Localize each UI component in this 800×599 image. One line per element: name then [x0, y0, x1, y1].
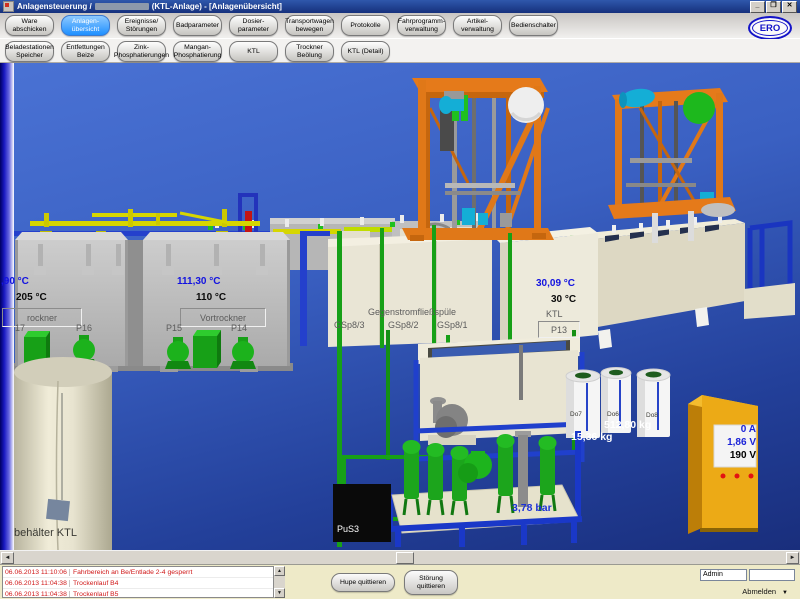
ktl-temp-actual: 30,09 °C	[536, 278, 575, 289]
pus3-label: PuS3	[337, 524, 359, 534]
ack-horn-button[interactable]: Hupe quittieren	[331, 573, 395, 592]
nav-beladestationen-speicher[interactable]: Beladestationen Speicher	[5, 41, 54, 62]
pump-pressure: 3,78 bar	[512, 502, 552, 514]
nav-transportwagen-bewegen[interactable]: Transportwagen bewegen	[285, 15, 334, 36]
nav-artikelverwaltung[interactable]: Artikel- verwaltung	[453, 15, 502, 36]
scroll-right-arrow-icon[interactable]: ►	[786, 552, 799, 564]
rinse-title: Gegenstromfließspüle	[352, 307, 472, 317]
close-button[interactable]: ✕	[782, 1, 797, 13]
nav-protokolle[interactable]: Protokolle	[341, 15, 390, 36]
ero-logo: ERO	[748, 16, 792, 40]
window-title-prefix: Anlagensteuerung /	[17, 2, 92, 11]
logout-control[interactable]: Abmelden ▼	[700, 587, 788, 596]
log-time: 06.06.2013 11:04:38	[3, 591, 70, 598]
status-footer: 06.06.2013 11:10:06 Fahrbereich an Be/En…	[0, 564, 800, 599]
ktl-name: KTL	[546, 309, 563, 319]
dryer1-nameplate: rockner	[2, 308, 82, 327]
log-message: Trockenlauf B4	[70, 580, 118, 587]
nav-mangan-phosphatierung[interactable]: Mangan- Phosphatierung	[173, 41, 222, 62]
chevron-down-icon[interactable]: ▼	[782, 590, 788, 596]
log-row[interactable]: 06.06.2013 11:04:38 Trockenlauf B4	[3, 578, 273, 589]
rectifier-voltage-set: 190 V	[712, 449, 756, 462]
hoist-crane-2[interactable]	[608, 87, 736, 243]
dryer2-pump-right-label: P14	[231, 323, 247, 333]
nav-dosierparameter[interactable]: Dosier- parameter	[229, 15, 278, 36]
barrel-do7-label: Do7	[570, 411, 582, 418]
storage-tank-label: behälter KTL	[14, 527, 77, 539]
dryer1-temp-set: 205 °C	[16, 292, 47, 303]
ktl-pump-label: P13	[551, 325, 567, 335]
title-bar: Anlagensteuerung / (KTL-Anlage) - [Anlag…	[0, 0, 800, 13]
log-row[interactable]: 06.06.2013 11:10:06 Fahrbereich an Be/En…	[3, 567, 273, 578]
rectifier-voltage-actual: 1,86 V	[712, 436, 756, 449]
plant-3d-view[interactable]: ,90 °C 205 °C rockner 17 P16 111,30 °C 1…	[0, 63, 800, 550]
alarm-log[interactable]: 06.06.2013 11:10:06 Fahrbereich an Be/En…	[2, 566, 274, 598]
ack-fault-button[interactable]: Störung quittieren	[404, 570, 458, 595]
dryer2-pump-left-label: P15	[166, 323, 182, 333]
storage-cylinder[interactable]	[14, 357, 112, 550]
dryer2-name: Vortrockner	[200, 313, 246, 323]
scroll-left-arrow-icon[interactable]: ◄	[1, 552, 14, 564]
horizontal-scrollbar-thumb[interactable]	[396, 552, 414, 564]
dryer1-pump-right-label: P16	[76, 323, 92, 333]
scroll-up-arrow-icon[interactable]: ▲	[274, 566, 285, 576]
logout-label[interactable]: Abmelden	[742, 587, 776, 596]
user-field[interactable]: Admin	[700, 569, 747, 581]
secondary-toolbar: Beladestationen Speicher Entfettungen Be…	[0, 39, 800, 63]
pump-station[interactable]	[390, 431, 582, 547]
horizontal-scrollbar[interactable]: ◄ ►	[0, 550, 800, 564]
scroll-down-arrow-icon[interactable]: ▼	[274, 588, 285, 598]
rectifier-cabinet[interactable]	[688, 395, 758, 534]
dryer2-temp-actual: 111,30 °C	[177, 276, 220, 287]
restore-button[interactable]: ❐	[766, 1, 781, 13]
ktl-temp-set: 30 °C	[551, 294, 576, 305]
window-title-suffix: (KTL-Anlage) - [Anlagenübersicht]	[152, 2, 282, 11]
dosing-weight-current: 15,36 kg	[571, 431, 612, 443]
log-row[interactable]: 06.06.2013 11:04:38 Trockenlauf B5	[3, 589, 273, 598]
minimize-button[interactable]: _	[750, 1, 765, 13]
rectifier-display: 0 A 1,86 V 190 V	[712, 423, 756, 462]
application-window: Anlagensteuerung / (KTL-Anlage) - [Anlag…	[0, 0, 800, 599]
log-message: Trockenlauf B5	[70, 591, 118, 598]
primary-toolbar: Ware abschicken Anlagen- übersicht Ereig…	[0, 13, 800, 39]
nav-fahrprogrammverwaltung[interactable]: Fahrprogramm- verwaltung	[397, 15, 446, 36]
rinse-cell-2: GSp8/2	[388, 320, 419, 330]
nav-badparameter[interactable]: Badparameter	[173, 15, 222, 36]
ktl-pump-plate: P13	[538, 321, 580, 338]
dryer2-nameplate: Vortrockner	[180, 308, 266, 327]
nav-trockner-beoelung[interactable]: Trockner Beölung	[285, 41, 334, 62]
rinse-cell-1: GSp8/1	[437, 320, 468, 330]
dryer1-name: rockner	[27, 313, 57, 323]
right-pipe-frame	[744, 223, 795, 319]
nav-entfettungen-beize[interactable]: Entfettungen Beize	[61, 41, 110, 62]
hoist-crane-1[interactable]	[402, 78, 554, 241]
nav-anlagenuebersicht[interactable]: Anlagen- übersicht	[61, 15, 110, 36]
dosing-weight-total: 512,80 kg	[604, 419, 651, 431]
window-controls: _ ❐ ✕	[750, 1, 797, 13]
log-time: 06.06.2013 11:10:06	[3, 569, 70, 576]
view-edge-gradient	[0, 63, 14, 550]
dryer1-temp-actual: ,90 °C	[1, 276, 29, 287]
nav-ware-abschicken[interactable]: Ware abschicken	[5, 15, 54, 36]
rectifier-current: 0 A	[712, 423, 756, 436]
nav-zink-phosphatierungen[interactable]: Zink- Phosphatierungen	[117, 41, 166, 62]
nav-bedienschalter[interactable]: Bedienschalter	[509, 15, 558, 36]
dryer1-pump-left-label: 17	[15, 323, 25, 333]
app-icon	[3, 1, 14, 12]
password-field[interactable]	[749, 569, 795, 581]
log-scrollbar[interactable]: ▲ ▼	[274, 566, 285, 598]
nav-ereignisse-stoerungen[interactable]: Ereignisse/ Störungen	[117, 15, 166, 36]
log-time: 06.06.2013 11:04:38	[3, 580, 70, 587]
barrel-do8-label: Do8	[646, 412, 658, 419]
log-message: Fahrbereich an Be/Entlade 2-4 gesperrt	[70, 569, 192, 576]
barrel-do6-label: Do6	[607, 411, 619, 418]
dryer2-temp-set: 110 °C	[196, 292, 226, 303]
nav-ktl-detail[interactable]: KTL (Detail)	[341, 41, 390, 62]
redacted-text	[95, 3, 149, 10]
rinse-cell-3: GSp8/3	[334, 320, 365, 330]
nav-ktl[interactable]: KTL	[229, 41, 278, 62]
